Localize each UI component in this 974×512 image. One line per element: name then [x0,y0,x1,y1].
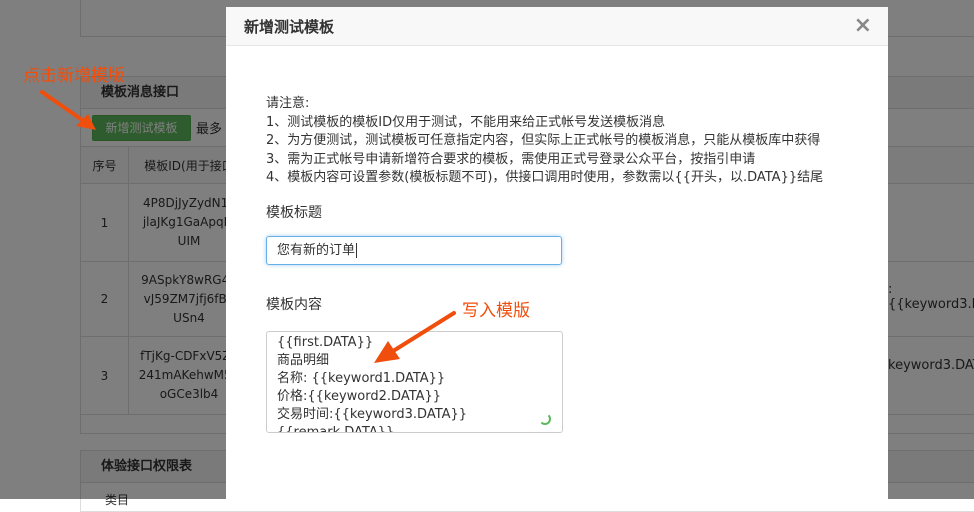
annotation-right: 写入模版 [462,296,530,321]
close-icon[interactable]: × [854,13,872,38]
modal-title: 新增测试模板 [244,16,334,37]
notice-line: 3、需为正式帐号申请新增符合要求的模板，需使用正式号登录公众平台，按指引申请 [266,151,823,170]
notice-line: 请注意: [266,95,823,114]
add-template-modal: 新增测试模板 × 请注意: 1、测试模板的模板ID仅用于测试，不能用来给正式帐号… [226,7,888,499]
notice-line: 4、模板内容可设置参数(模板标题不可)，供接口调用时使用，参数需以{{开头，以.… [266,169,823,188]
content-line: 交易时间:{{keyword3.DATA}} [277,406,552,424]
template-title-label: 模板标题 [266,202,322,222]
notice-block: 请注意: 1、测试模板的模板ID仅用于测试，不能用来给正式帐号发送模板消息 2、… [266,95,823,188]
annotation-arrow-left-icon [38,88,100,134]
loading-spinner-icon [539,413,551,425]
content-line: 名称: {{keyword1.DATA}} [277,370,552,388]
template-title-value: 您有新的订单 [277,243,355,258]
modal-header: 新增测试模板 × [226,7,888,46]
annotation-left: 点击新增模版 [23,61,125,86]
template-content-label: 模板内容 [266,294,322,314]
content-line: {{remark.DATA}} [277,424,552,433]
notice-line: 2、为方便测试，测试模板可任意指定内容，但实际上正式帐号的模板消息，只能从模板库… [266,132,823,151]
content-line: 价格:{{keyword2.DATA}} [277,388,552,406]
text-cursor [356,243,357,258]
annotation-arrow-right-icon [368,307,460,369]
template-title-input[interactable]: 您有新的订单 [266,236,562,265]
notice-line: 1、测试模板的模板ID仅用于测试，不能用来给正式帐号发送模板消息 [266,114,823,133]
